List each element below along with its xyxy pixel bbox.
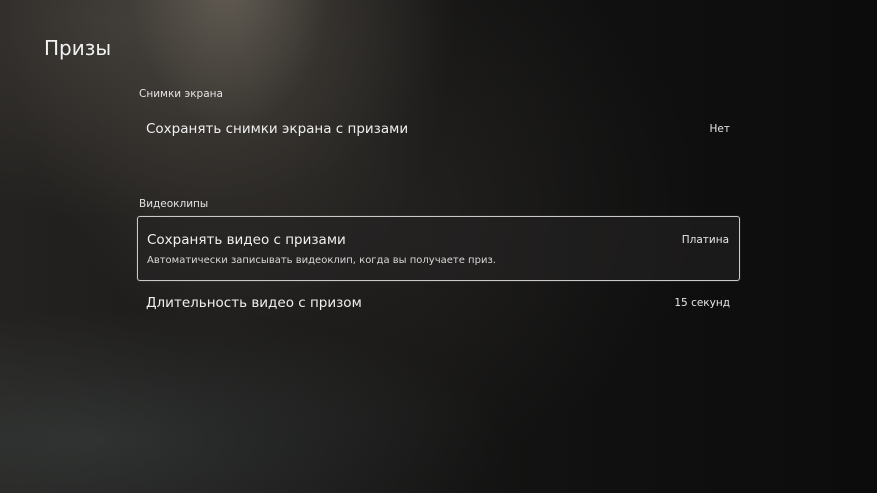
setting-row-save-trophy-videos[interactable]: Сохранять видео с призами Платина Автома…: [137, 216, 740, 281]
setting-row-trophy-video-length[interactable]: Длительность видео с призом 15 секунд: [137, 287, 740, 321]
setting-label: Сохранять видео с призами: [147, 232, 346, 248]
setting-value: 15 секунд: [674, 297, 730, 309]
setting-description: Автоматически записывать видеоклип, когд…: [147, 255, 496, 266]
setting-label: Сохранять снимки экрана с призами: [146, 121, 409, 137]
setting-value: Платина: [681, 234, 729, 246]
page-title: Призы: [44, 36, 112, 60]
section-header-screenshots: Снимки экрана: [139, 88, 223, 100]
section-header-video-clips: Видеоклипы: [139, 198, 209, 210]
setting-value: Нет: [709, 123, 730, 135]
setting-row-save-screenshots[interactable]: Сохранять снимки экрана с призами Нет: [137, 113, 740, 147]
setting-label: Длительность видео с призом: [146, 295, 362, 311]
